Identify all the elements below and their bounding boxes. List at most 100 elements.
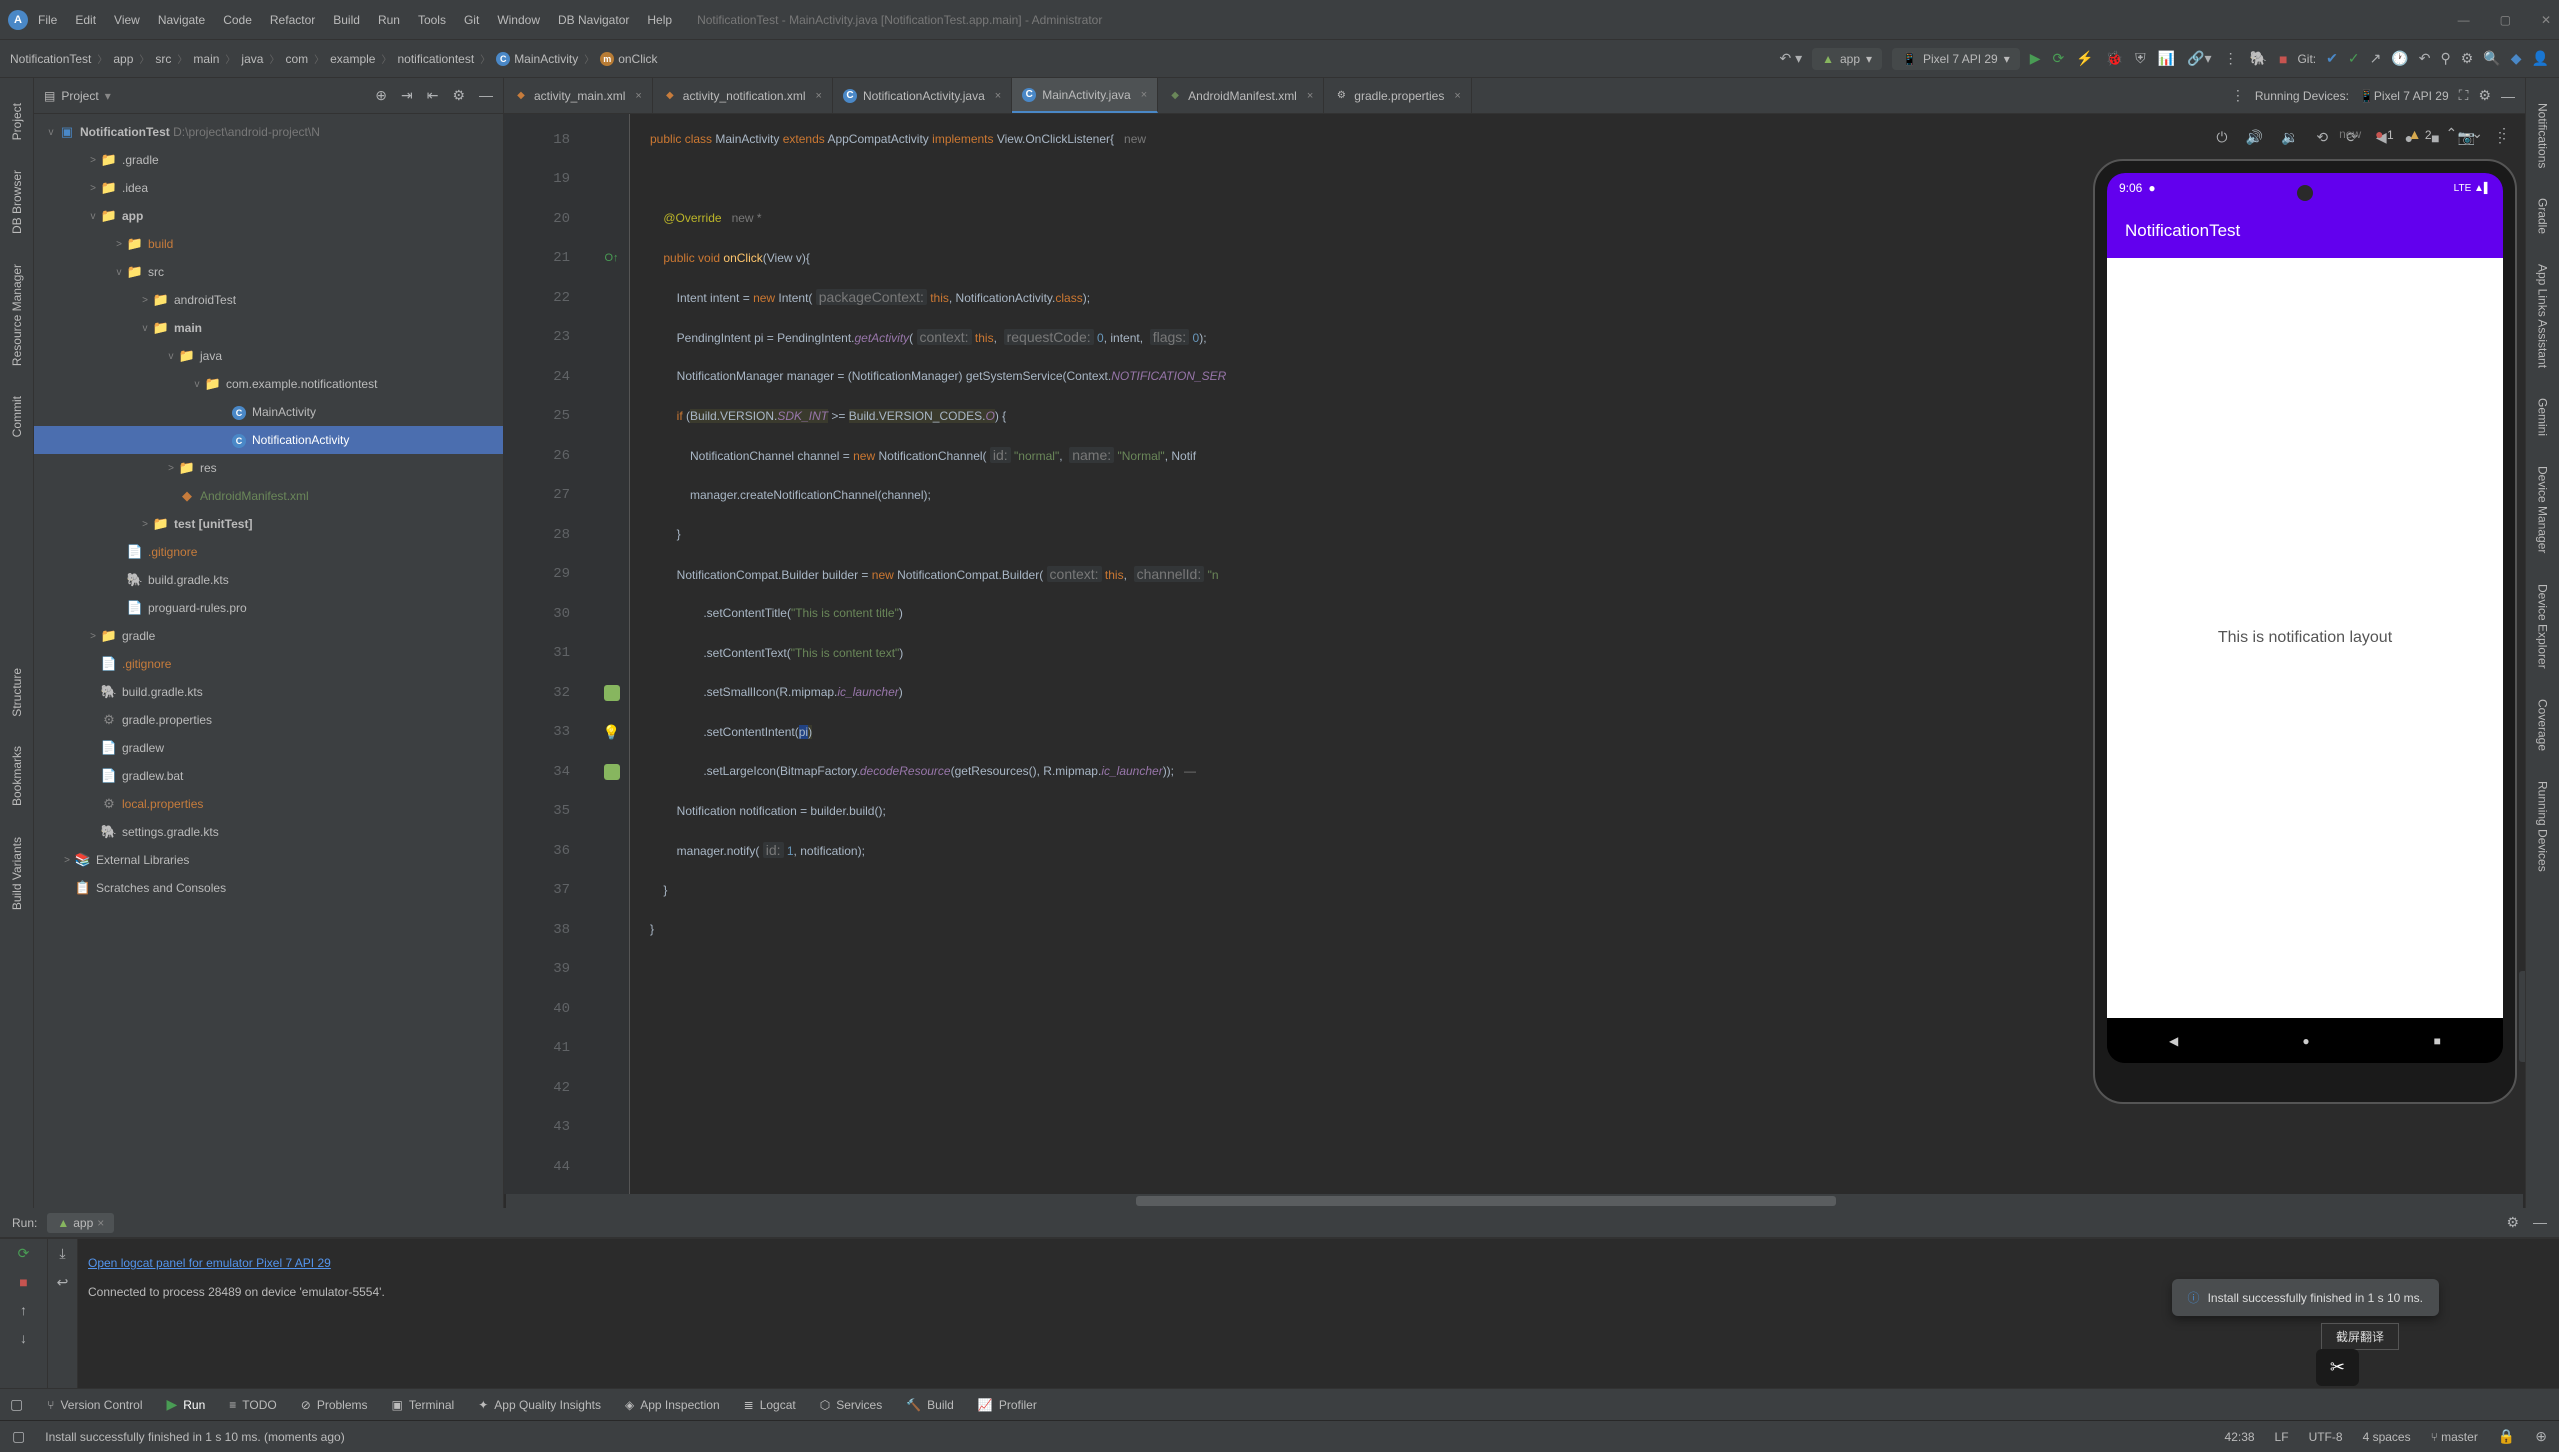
- banner-more-icon[interactable]: ⋮: [2497, 125, 2511, 142]
- emu-hide-icon[interactable]: —: [2501, 88, 2515, 104]
- tree-item[interactable]: v📁src: [34, 258, 503, 286]
- crumb-method[interactable]: monClick: [600, 52, 657, 66]
- tool-device-manager[interactable]: Device Manager: [2534, 461, 2552, 558]
- menu-file[interactable]: File: [38, 13, 57, 27]
- hide-bottom-icon[interactable]: ▢: [10, 1396, 23, 1413]
- menu-navigate[interactable]: Navigate: [158, 13, 205, 27]
- btab-services[interactable]: ⬡Services: [820, 1398, 883, 1412]
- tree-gear-icon[interactable]: ⚙: [452, 87, 465, 104]
- tool-gradle[interactable]: Gradle: [2534, 193, 2552, 239]
- tool-applinks[interactable]: App Links Assistant: [2534, 259, 2552, 373]
- run-gear-icon[interactable]: ⚙: [2506, 1214, 2519, 1231]
- emu-nav-back-icon[interactable]: ◀: [2169, 1034, 2178, 1048]
- tool-commit[interactable]: Commit: [8, 391, 26, 442]
- expand-icon[interactable]: ⇥: [401, 87, 413, 104]
- run-button[interactable]: ▶: [2030, 50, 2041, 67]
- tree-item[interactable]: >📁androidTest: [34, 286, 503, 314]
- tool-build-variants[interactable]: Build Variants: [8, 832, 26, 915]
- run-up-icon[interactable]: ↑: [20, 1302, 27, 1318]
- editor-tab[interactable]: ◆activity_notification.xml×: [653, 78, 833, 113]
- tool-db-browser[interactable]: DB Browser: [8, 165, 26, 239]
- tree-item[interactable]: >📁test [unitTest]: [34, 510, 503, 538]
- tree-item[interactable]: 📄.gitignore: [34, 538, 503, 566]
- back-icon[interactable]: ↶ ▾: [1779, 50, 1802, 67]
- emu-zoom-out[interactable]: −: [2522, 998, 2525, 1012]
- project-view-title[interactable]: Project: [61, 89, 98, 103]
- apply-changes-button[interactable]: ⚡: [2076, 50, 2093, 67]
- btab-aqi[interactable]: ✦App Quality Insights: [478, 1398, 601, 1412]
- indent-setting[interactable]: 4 spaces: [2363, 1430, 2411, 1444]
- btab-problems[interactable]: ⊘Problems: [301, 1398, 368, 1412]
- tree-item[interactable]: 📄.gitignore: [34, 650, 503, 678]
- emu-power-icon[interactable]: ⏻: [2216, 129, 2227, 146]
- git-push-icon[interactable]: ↗: [2370, 50, 2382, 67]
- rerun-icon[interactable]: ⟳: [2053, 50, 2065, 67]
- menu-git[interactable]: Git: [464, 13, 479, 27]
- emu-zoom-in[interactable]: +: [2522, 976, 2525, 990]
- project-tree[interactable]: v▣ NotificationTest D:\project\android-p…: [34, 114, 503, 1208]
- tree-item[interactable]: v📁app: [34, 202, 503, 230]
- run-scroll-icon[interactable]: ⤓: [59, 1245, 65, 1262]
- run-config-dropdown[interactable]: ▲app▾: [1812, 48, 1882, 70]
- btab-terminal[interactable]: ▣Terminal: [392, 1398, 455, 1412]
- emu-vol-down-icon[interactable]: 🔉: [2281, 129, 2298, 146]
- menu-view[interactable]: View: [114, 13, 140, 27]
- lock-icon[interactable]: 🔒: [2498, 1428, 2515, 1445]
- run-wrap-icon[interactable]: ↩: [57, 1274, 69, 1291]
- menu-dbnav[interactable]: DB Navigator: [558, 13, 629, 27]
- btab-profiler[interactable]: 📈Profiler: [978, 1398, 1037, 1412]
- editor-tab[interactable]: ◆AndroidManifest.xml×: [1158, 78, 1324, 113]
- coverage-button[interactable]: ⛨: [2135, 50, 2146, 67]
- search-icon[interactable]: ⚲: [2441, 50, 2451, 67]
- emu-zoom-fit[interactable]: ⛶: [2522, 1042, 2525, 1057]
- btab-run[interactable]: ▶Run: [166, 1396, 205, 1413]
- tool-notifications[interactable]: Notifications: [2534, 98, 2552, 173]
- tree-item[interactable]: ⚙gradle.properties: [34, 706, 503, 734]
- editor-h-scrollbar[interactable]: [506, 1194, 2523, 1208]
- tree-item[interactable]: 🐘build.gradle.kts: [34, 566, 503, 594]
- tree-item[interactable]: 📋Scratches and Consoles: [34, 874, 503, 902]
- crumb-main[interactable]: main: [193, 52, 219, 66]
- more-tabs-icon[interactable]: ⋮: [2231, 87, 2245, 104]
- tool-structure[interactable]: Structure: [8, 663, 26, 722]
- tool-project[interactable]: Project: [8, 98, 26, 145]
- tree-root[interactable]: v▣ NotificationTest D:\project\android-p…: [34, 118, 503, 146]
- tree-item[interactable]: v📁com.example.notificationtest: [34, 370, 503, 398]
- tree-item[interactable]: >📁.gradle: [34, 146, 503, 174]
- editor-tab[interactable]: ⚙gradle.properties×: [1324, 78, 1472, 113]
- menu-help[interactable]: Help: [647, 13, 672, 27]
- run-stop-icon[interactable]: ■: [19, 1274, 27, 1290]
- emu-zoom-11[interactable]: 1:1: [2522, 1020, 2525, 1034]
- tool-bookmarks[interactable]: Bookmarks: [8, 741, 26, 811]
- menu-run[interactable]: Run: [378, 13, 400, 27]
- menu-code[interactable]: Code: [223, 13, 252, 27]
- scroll-up-icon[interactable]: ⌃: [2446, 125, 2458, 142]
- line-ending[interactable]: LF: [2275, 1430, 2289, 1444]
- assistant-icon[interactable]: ◆: [2511, 50, 2522, 67]
- run-tab-app[interactable]: ▲app×: [47, 1213, 114, 1233]
- memory-icon[interactable]: ⊕: [2535, 1428, 2547, 1445]
- tree-item[interactable]: 🐘build.gradle.kts: [34, 678, 503, 706]
- menu-tools[interactable]: Tools: [418, 13, 446, 27]
- logcat-link[interactable]: Open logcat panel for emulator Pixel 7 A…: [88, 1256, 331, 1270]
- attach-debug-icon[interactable]: 🔗▾: [2187, 50, 2211, 67]
- emu-nav-home-icon[interactable]: ●: [2302, 1034, 2309, 1048]
- crumb-app[interactable]: app: [113, 52, 133, 66]
- run-rerun-icon[interactable]: ⟳: [18, 1245, 30, 1262]
- editor-tab[interactable]: ◆activity_main.xml×: [504, 78, 653, 113]
- btab-logcat[interactable]: ≣Logcat: [744, 1398, 796, 1412]
- tree-item[interactable]: 🐘settings.gradle.kts: [34, 818, 503, 846]
- install-toast[interactable]: ⓘ Install successfully finished in 1 s 1…: [2172, 1279, 2439, 1316]
- tree-item[interactable]: ⚙local.properties: [34, 790, 503, 818]
- editor-tab[interactable]: CNotificationActivity.java×: [833, 78, 1012, 113]
- tool-gemini[interactable]: Gemini: [2534, 393, 2552, 441]
- menu-refactor[interactable]: Refactor: [270, 13, 315, 27]
- menu-build[interactable]: Build: [333, 13, 360, 27]
- tree-item[interactable]: CMainActivity: [34, 398, 503, 426]
- crumb-project[interactable]: NotificationTest: [10, 52, 91, 66]
- git-history-icon[interactable]: 🕐: [2391, 50, 2408, 67]
- crumb-class[interactable]: CMainActivity: [496, 52, 578, 66]
- tree-item[interactable]: >📁build: [34, 230, 503, 258]
- scroll-down-icon[interactable]: ⌄: [2471, 125, 2483, 142]
- tree-item[interactable]: >📁gradle: [34, 622, 503, 650]
